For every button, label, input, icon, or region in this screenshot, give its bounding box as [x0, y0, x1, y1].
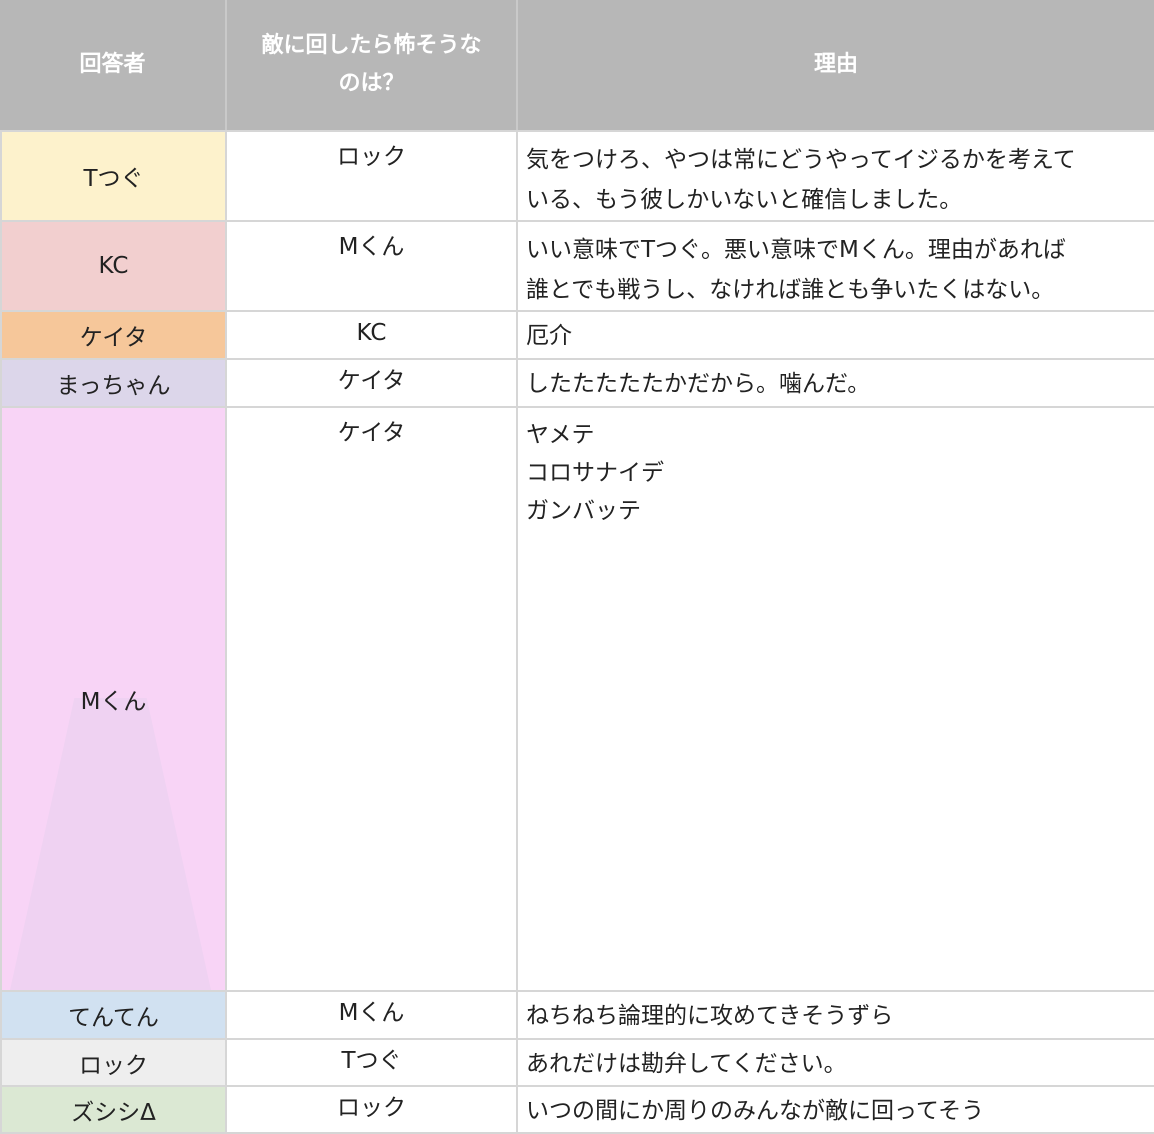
feared-name: Mくん [338, 234, 405, 260]
reason-line: ガンバッテ [526, 498, 641, 524]
feared-cell[interactable]: Mくん [225, 990, 518, 1040]
respondent-name: ロック [79, 1052, 148, 1079]
answers-table: Tつぐ ロック 気をつけろ、やつは常にどうやってイジるかを考えて いる、もう彼し… [0, 130, 1154, 1134]
reason-line: いつの間にか周りのみんなが敵に回ってそう [526, 1098, 985, 1124]
reason-cell[interactable]: したたたたたかだから。噛んだ。 [516, 358, 1154, 408]
feared-cell[interactable]: Tつぐ [225, 1038, 518, 1087]
header-respondent-label: 回答者 [79, 52, 146, 77]
respondent-cell[interactable]: Mくん [0, 406, 227, 992]
respondent-cell[interactable]: Tつぐ [0, 130, 227, 222]
feared-name: ロック [337, 144, 406, 170]
header-feared-line1: 敵に回したら怖そうな [261, 33, 482, 58]
reason-line: いる、もう彼しかいないと確信しました。 [526, 187, 963, 213]
table-row: ケイタ KC 厄介 [0, 310, 1154, 360]
reason-line: 厄介 [526, 323, 572, 349]
feared-cell[interactable]: KC [225, 310, 518, 360]
feared-name: KC [356, 320, 387, 346]
table-row: てんてん Mくん ねちねち論理的に攻めてきそうずら [0, 990, 1154, 1040]
feared-cell[interactable]: ケイタ [225, 406, 518, 992]
respondent-cell[interactable]: まっちゃん [0, 358, 227, 408]
header-feared-line2: のは？ [338, 71, 405, 96]
respondent-name: ズシシΔ [71, 1099, 156, 1126]
feared-cell[interactable]: Mくん [225, 220, 518, 312]
respondent-name: ケイタ [79, 325, 148, 351]
respondent-name: KC [98, 253, 129, 279]
respondent-name: てんてん [68, 1005, 159, 1031]
cell-shading [10, 698, 211, 989]
reason-line: いい意味でTつぐ。悪い意味でMくん。理由があれば [526, 237, 1066, 263]
feared-name: ケイタ [337, 368, 406, 394]
reason-cell[interactable]: ねちねち論理的に攻めてきそうずら [516, 990, 1154, 1040]
reason-line: 誰とでも戦うし、なければ誰とも争いたくはない。 [526, 277, 1055, 303]
respondent-cell[interactable]: ケイタ [0, 310, 227, 360]
reason-cell[interactable]: あれだけは勘弁してください。 [516, 1038, 1154, 1087]
reason-cell[interactable]: 厄介 [516, 310, 1154, 360]
reason-cell[interactable]: ヤメテ コロサナイデ ガンバッテ [516, 406, 1154, 992]
reason-line: コロサナイデ [526, 460, 664, 486]
table-row: Tつぐ ロック 気をつけろ、やつは常にどうやってイジるかを考えて いる、もう彼し… [0, 130, 1154, 222]
feared-name: ケイタ [337, 420, 406, 446]
respondent-name: まっちゃん [56, 373, 171, 399]
table-row: まっちゃん ケイタ したたたたたかだから。噛んだ。 [0, 358, 1154, 408]
reason-line: ヤメテ [526, 422, 595, 448]
respondent-name: Tつぐ [83, 166, 144, 192]
feared-name: Tつぐ [341, 1048, 402, 1074]
reason-cell[interactable]: いい意味でTつぐ。悪い意味でMくん。理由があれば 誰とでも戦うし、なければ誰とも… [516, 220, 1154, 312]
spreadsheet: 回答者 敵に回したら怖そうな のは？ 理由 Tつぐ ロック 気をつけろ、やつは常… [0, 0, 1154, 1134]
respondent-cell[interactable]: ロック [0, 1038, 227, 1087]
reason-line: 気をつけろ、やつは常にどうやってイジるかを考えて [526, 147, 1076, 173]
respondent-cell[interactable]: KC [0, 220, 227, 312]
respondent-cell[interactable]: てんてん [0, 990, 227, 1040]
reason-line: ねちねち論理的に攻めてきそうずら [526, 1003, 894, 1029]
feared-name: ロック [337, 1095, 406, 1121]
reason-line: したたたたたかだから。噛んだ。 [526, 371, 871, 397]
header-reason: 理由 [518, 0, 1154, 130]
table-row: Mくん ケイタ ヤメテ コロサナイデ ガンバッテ [0, 406, 1154, 992]
reason-line: あれだけは勘弁してください。 [526, 1051, 847, 1077]
header-reason-label: 理由 [813, 52, 858, 77]
feared-name: Mくん [338, 1000, 405, 1026]
header-respondent: 回答者 [0, 0, 225, 130]
feared-cell[interactable]: ケイタ [225, 358, 518, 408]
table-row: ロック Tつぐ あれだけは勘弁してください。 [0, 1038, 1154, 1087]
feared-cell[interactable]: ロック [225, 130, 518, 222]
header-feared-person: 敵に回したら怖そうな のは？ [227, 0, 516, 130]
reason-cell[interactable]: 気をつけろ、やつは常にどうやってイジるかを考えて いる、もう彼しかいないと確信し… [516, 130, 1154, 222]
header-row: 回答者 敵に回したら怖そうな のは？ 理由 [0, 0, 1154, 130]
respondent-name: Mくん [80, 689, 147, 715]
table-row: KC Mくん いい意味でTつぐ。悪い意味でMくん。理由があれば 誰とでも戦うし、… [0, 220, 1154, 312]
